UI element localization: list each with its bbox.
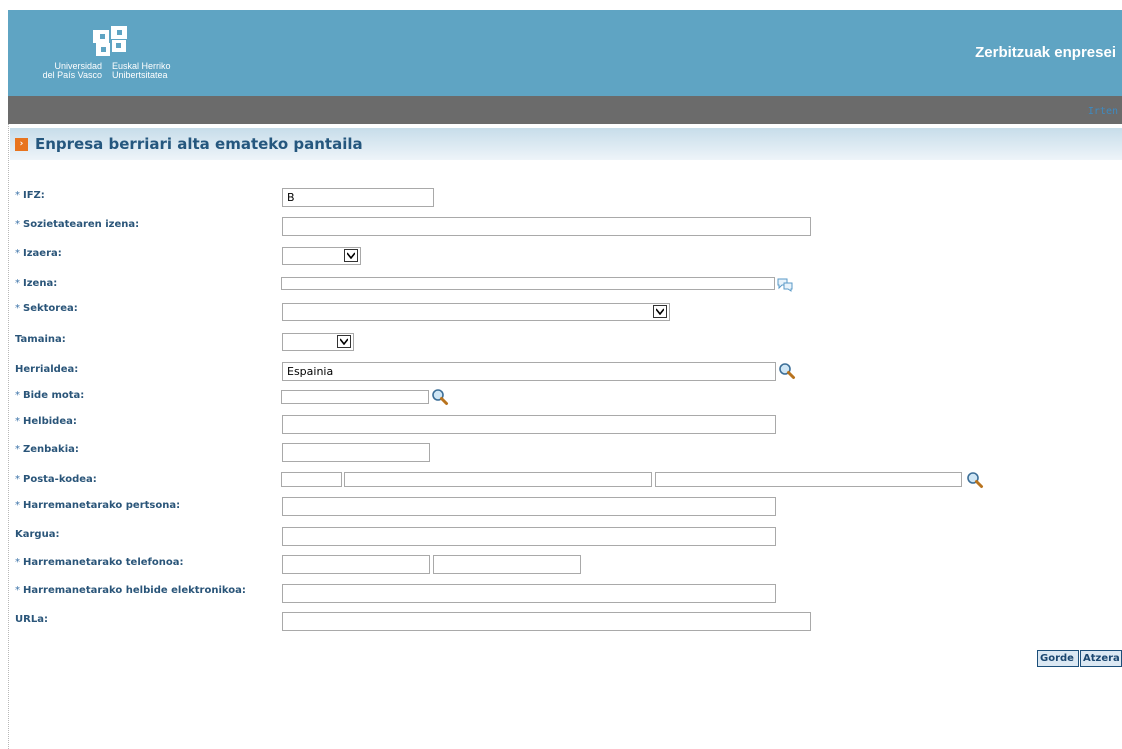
search-icon[interactable] (778, 362, 796, 380)
url-input[interactable] (282, 612, 811, 631)
header: Universidad del País Vasco Euskal Herrik… (8, 10, 1122, 96)
izaera-select[interactable] (282, 247, 361, 265)
helbidea-input[interactable] (282, 415, 776, 434)
upv-ehu-logo-icon (93, 26, 127, 56)
label-sektorea: * Sektorea: (15, 303, 78, 314)
page-title: Enpresa berriari alta emateko pantaila (35, 135, 363, 153)
header-title: Zerbitzuak enpresei (975, 44, 1116, 61)
logo-text-eu: Euskal Herriko Unibertsitatea (112, 61, 171, 80)
herrialdea-input[interactable]: Espainia (282, 362, 776, 381)
label-url: URLa: (15, 614, 48, 625)
telefonoa-input[interactable] (282, 555, 430, 574)
sozietatea-input[interactable] (282, 217, 811, 236)
logo-text-es: Universidad del País Vasco (42, 61, 102, 80)
label-email: * Harremanetarako helbide elektronikoa: (15, 585, 246, 596)
label-harremanetarako-telefonoa: * Harremanetarako telefonoa: (15, 557, 184, 568)
back-button[interactable]: Atzera (1080, 650, 1122, 667)
label-tamaina: Tamaina: (15, 334, 66, 345)
label-izaera: * Izaera: (15, 248, 62, 259)
herria-input[interactable] (344, 472, 652, 487)
posta-kodea-input[interactable] (281, 472, 342, 487)
search-icon[interactable] (966, 471, 984, 489)
chevron-down-icon (337, 335, 351, 348)
save-button[interactable]: Gorde (1037, 650, 1079, 667)
university-logo[interactable]: Universidad del País Vasco Euskal Herrik… (30, 14, 190, 92)
label-helbidea: * Helbidea: (15, 416, 77, 427)
telefonoa-2-input[interactable] (433, 555, 581, 574)
harremanetarako-pertsona-input[interactable] (282, 497, 776, 516)
izena-input[interactable] (281, 277, 775, 290)
tamaina-select[interactable] (282, 333, 354, 351)
probintzia-input[interactable] (655, 472, 962, 487)
bide-mota-input[interactable] (281, 390, 429, 404)
kargua-input[interactable] (282, 527, 776, 546)
sektorea-select[interactable] (282, 303, 670, 321)
page-title-band: › Enpresa berriari alta emateko pantaila (10, 128, 1122, 160)
speech-bubble-icon[interactable] (776, 276, 794, 294)
chevron-down-icon (653, 305, 667, 318)
label-herrialdea: Herrialdea: (15, 364, 79, 375)
label-bide-mota: * Bide mota: (15, 390, 85, 401)
search-icon[interactable] (431, 388, 449, 406)
label-izena: * Izena: (15, 278, 58, 289)
arrow-right-icon: › (15, 138, 28, 151)
zenbakia-input[interactable] (282, 443, 430, 462)
label-posta-kodea: * Posta-kodea: (15, 474, 97, 485)
label-ifz: * IFZ: (15, 190, 45, 201)
email-input[interactable] (282, 584, 776, 603)
label-kargua: Kargua: (15, 529, 60, 540)
ifz-input[interactable]: B (282, 188, 434, 207)
chevron-down-icon (344, 249, 358, 262)
label-harremanetarako-pertsona: * Harremanetarako pertsona: (15, 500, 181, 511)
label-zenbakia: * Zenbakia: (15, 444, 79, 455)
label-sozietatea: * Sozietatearen izena: (15, 219, 140, 230)
logout-link[interactable]: Irten (1088, 106, 1118, 117)
top-bar: Irten (8, 96, 1122, 124)
